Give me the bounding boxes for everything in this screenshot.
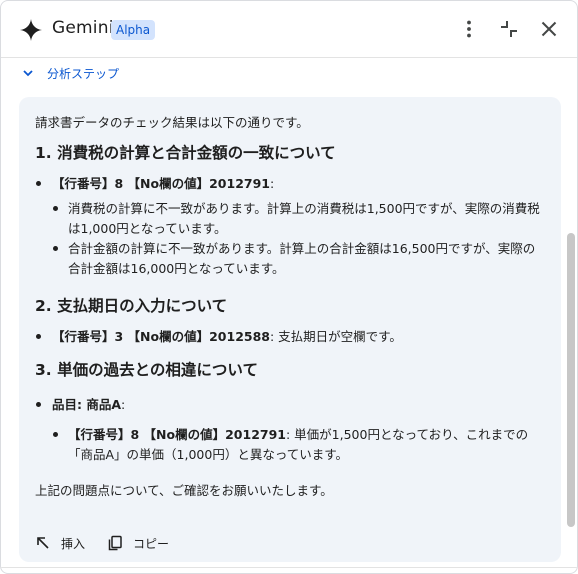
insert-arrow-icon: [37, 537, 49, 549]
collapse-button[interactable]: [497, 17, 521, 41]
row-reference: 【行番号】8 【No欄の値】2012791: [68, 427, 286, 442]
insert-label: 挿入: [61, 536, 86, 551]
row-suffix: : 支払期日が空欄です。: [269, 329, 402, 344]
copy-label: コピー: [133, 536, 170, 551]
section-heading: 2. 支払期日の入力について: [35, 297, 228, 315]
row-reference: 【行番号】8 【No欄の値】2012791: [52, 176, 270, 191]
row-suffix: :: [269, 176, 275, 191]
copy-icon: [108, 535, 122, 551]
divider: [1, 567, 577, 568]
section-heading: 3. 単価の過去との相違について: [35, 361, 258, 379]
response-intro: 請求書データのチェック結果は以下の通りです。: [35, 115, 309, 130]
item-name: 品目: 商品A: [52, 397, 122, 412]
section-heading: 1. 消費税の計算と合計金額の一致について: [35, 144, 336, 162]
scrollbar-thumb[interactable]: [567, 233, 575, 527]
response-content: 請求書データのチェック結果は以下の通りです。 1. 消費税の計算と合計金額の一致…: [35, 113, 545, 501]
response-outro: 上記の問題点について、ご確認をお願いいたします。: [35, 483, 333, 498]
response-card: 請求書データのチェック結果は以下の通りです。 1. 消費税の計算と合計金額の一致…: [19, 97, 561, 562]
response-actions: 挿入 コピー: [35, 532, 191, 554]
gemini-sparkle-icon: [20, 19, 42, 41]
alpha-badge: Alpha: [111, 20, 156, 40]
close-button[interactable]: [537, 17, 561, 41]
analysis-steps-toggle[interactable]: 分析ステップ: [21, 64, 119, 82]
gemini-panel: Gemini Alpha 分析ステップ 請求書データのチェック結果は以下の通りで…: [0, 0, 578, 574]
copy-button[interactable]: コピー: [107, 535, 169, 552]
insert-button[interactable]: 挿入: [35, 535, 85, 552]
list-item: 品目: 商品A: 【行番号】8 【No欄の値】2012791: 単価が1,500…: [35, 395, 545, 465]
analysis-steps-label: 分析ステップ: [47, 66, 120, 81]
list-item: 消費税の計算に不一致があります。計算上の消費税は1,500円ですが、実際の消費税…: [52, 199, 545, 239]
collapse-icon: [501, 21, 517, 37]
row-reference: 【行番号】3 【No欄の値】2012588: [52, 329, 270, 344]
section-unit-price: 3. 単価の過去との相違について 品目: 商品A: 【行番号】8 【No欄の値】…: [35, 359, 545, 465]
list-item: 合計金額の計算に不一致があります。計算上の合計金額は16,500円ですが、実際の…: [52, 239, 545, 279]
chevron-down-icon: [23, 70, 33, 77]
section-tax-total: 1. 消費税の計算と合計金額の一致について 【行番号】8 【No欄の値】2012…: [35, 142, 545, 279]
list-item: 【行番号】3 【No欄の値】2012588: 支払期日が空欄です。: [35, 327, 545, 347]
list-item: 【行番号】8 【No欄の値】2012791: 単価が1,500円となっており、こ…: [52, 425, 545, 465]
app-title: Gemini: [52, 18, 114, 38]
close-icon: [541, 21, 557, 37]
list-item: 【行番号】8 【No欄の値】2012791: 消費税の計算に不一致があります。計…: [35, 174, 545, 279]
section-due-date: 2. 支払期日の入力について 【行番号】3 【No欄の値】2012588: 支払…: [35, 295, 545, 347]
more-vert-icon: [467, 20, 471, 38]
more-options-button[interactable]: [457, 17, 481, 41]
item-suffix: :: [121, 397, 126, 412]
panel-header: Gemini Alpha: [1, 1, 577, 58]
